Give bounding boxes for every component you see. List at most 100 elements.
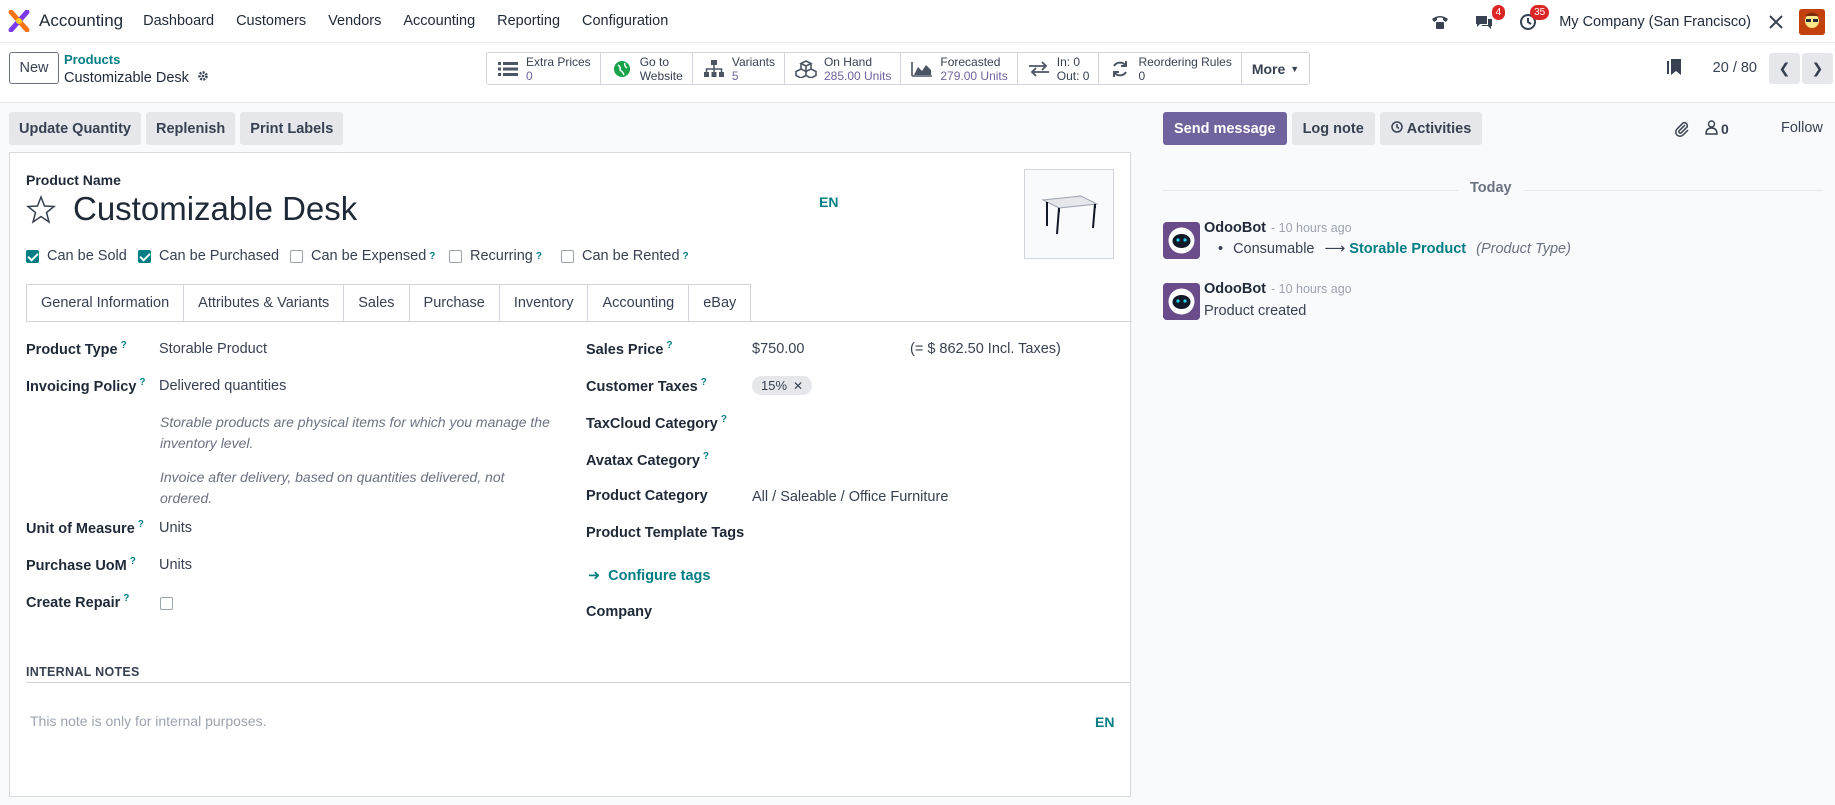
- tab-divider: [26, 321, 1132, 322]
- company-switcher[interactable]: My Company (San Francisco): [1559, 14, 1751, 30]
- tab-purchase[interactable]: Purchase: [409, 284, 500, 322]
- tab-accounting[interactable]: Accounting: [588, 284, 690, 322]
- product-template-tags-label: Product Template Tags: [586, 525, 745, 541]
- avatax-category-label: Avatax Category?: [586, 451, 710, 469]
- tab-general-information[interactable]: General Information: [26, 284, 185, 322]
- customer-taxes-field[interactable]: 15% ✕: [752, 376, 813, 395]
- create-repair-checkbox[interactable]: [160, 594, 181, 610]
- action-bar: Update Quantity Replenish Print Labels: [9, 112, 344, 145]
- arrow-right-icon: ➜: [588, 568, 601, 584]
- odoobot-avatar[interactable]: [1163, 222, 1200, 259]
- reordering-rules-button[interactable]: Reordering Rules 0: [1099, 53, 1242, 84]
- internal-notes-field[interactable]: This note is only for internal purposes.: [30, 713, 267, 729]
- go-to-website-button[interactable]: Go to Website: [601, 53, 693, 84]
- translate-button[interactable]: EN: [819, 194, 838, 210]
- unit-of-measure-label: Unit of Measure?: [26, 519, 144, 537]
- globe-icon: [611, 59, 633, 79]
- menu-vendors[interactable]: Vendors: [328, 13, 381, 29]
- activities-icon[interactable]: 35: [1515, 4, 1550, 35]
- help-icon: ?: [682, 250, 689, 262]
- in-out-button[interactable]: In: 0 Out: 0: [1018, 53, 1100, 84]
- print-labels-button[interactable]: Print Labels: [240, 112, 344, 145]
- product-image[interactable]: [1024, 169, 1114, 259]
- more-button[interactable]: More ▼: [1242, 53, 1309, 84]
- menu-accounting[interactable]: Accounting: [403, 13, 475, 29]
- message-author[interactable]: OdooBot: [1204, 220, 1266, 236]
- form-sheet: Product Name Customizable Desk EN Can be…: [9, 152, 1132, 797]
- sales-price-field[interactable]: $750.00: [752, 341, 804, 357]
- message-body: Product created: [1204, 303, 1307, 319]
- clock-icon: [1391, 120, 1403, 137]
- exchange-icon: [1028, 59, 1050, 79]
- caret-down-icon: ▼: [1290, 63, 1300, 74]
- followers-button[interactable]: 0: [1705, 120, 1729, 138]
- checkbox-checked-icon: [138, 249, 151, 263]
- phone-icon[interactable]: [1427, 9, 1453, 35]
- follow-button[interactable]: Follow: [1781, 120, 1823, 136]
- gear-icon[interactable]: [197, 70, 209, 86]
- checkbox-unchecked-icon: [561, 249, 574, 263]
- forecasted-button[interactable]: Forecasted 279.00 Units: [901, 53, 1018, 84]
- send-message-button[interactable]: Send message: [1163, 112, 1287, 145]
- incl-taxes-text: (= $ 862.50 Incl. Taxes): [910, 341, 1061, 357]
- activities-button[interactable]: Activities: [1379, 112, 1483, 145]
- menu-reporting[interactable]: Reporting: [497, 13, 560, 29]
- messages-icon[interactable]: 4: [1471, 4, 1506, 35]
- create-repair-label: Create Repair?: [26, 593, 130, 611]
- unit-of-measure-field[interactable]: Units: [159, 520, 192, 536]
- on-hand-button[interactable]: On Hand 285.00 Units: [785, 53, 902, 84]
- menu-customers[interactable]: Customers: [236, 13, 306, 29]
- can-be-expensed-label: Can be Expensed: [311, 248, 427, 264]
- bookmark-icon[interactable]: [1666, 58, 1683, 79]
- menu-configuration[interactable]: Configuration: [582, 13, 668, 29]
- product-type-field[interactable]: Storable Product: [159, 341, 267, 357]
- pager-value[interactable]: 20 / 80: [1713, 60, 1757, 76]
- pager-previous-button[interactable]: ❮: [1769, 52, 1800, 84]
- paperclip-icon[interactable]: [1674, 121, 1690, 140]
- can-be-rented-checkbox[interactable]: Can be Rented?: [561, 248, 689, 264]
- user-avatar[interactable]: [1799, 8, 1825, 35]
- replenish-button[interactable]: Replenish: [145, 112, 236, 145]
- tab-sales[interactable]: Sales: [344, 284, 410, 322]
- notes-translate-button[interactable]: EN: [1095, 714, 1114, 730]
- menu-dashboard[interactable]: Dashboard: [143, 13, 214, 29]
- tab-attributes-variants[interactable]: Attributes & Variants: [184, 284, 345, 322]
- tab-inventory[interactable]: Inventory: [499, 284, 589, 322]
- breadcrumb-products[interactable]: Products: [64, 52, 120, 67]
- configure-tags-link[interactable]: ➜ Configure tags: [588, 568, 710, 584]
- help-icon: ?: [429, 250, 436, 262]
- product-type-label: Product Type?: [26, 340, 127, 358]
- purchase-uom-field[interactable]: Units: [159, 557, 192, 573]
- variants-button[interactable]: Variants 5: [693, 53, 785, 84]
- can-be-sold-checkbox[interactable]: Can be Sold: [26, 248, 127, 264]
- product-category-field[interactable]: All / Saleable / Office Furniture: [752, 489, 948, 505]
- breadcrumb: Customizable Desk: [64, 70, 209, 86]
- internal-notes-title: INTERNAL NOTES: [26, 665, 140, 679]
- notes-divider: [26, 682, 1130, 683]
- extra-prices-button[interactable]: Extra Prices 0: [487, 53, 601, 84]
- remove-tag-icon[interactable]: ✕: [793, 379, 803, 393]
- today-separator: Today: [1458, 180, 1524, 196]
- favorite-star-icon[interactable]: [25, 194, 57, 228]
- invoicing-policy-field[interactable]: Delivered quantities: [159, 378, 286, 394]
- can-be-sold-label: Can be Sold: [47, 248, 127, 264]
- can-be-purchased-checkbox[interactable]: Can be Purchased: [138, 248, 279, 264]
- app-logo-icon[interactable]: [8, 9, 30, 33]
- update-quantity-button[interactable]: Update Quantity: [9, 112, 141, 145]
- user-icon: [1705, 120, 1718, 138]
- can-be-expensed-checkbox[interactable]: Can be Expensed?: [290, 248, 435, 264]
- odoobot-avatar[interactable]: [1163, 283, 1200, 320]
- log-note-button[interactable]: Log note: [1291, 112, 1375, 145]
- checkbox-checked-icon: [26, 249, 39, 263]
- recurring-checkbox[interactable]: Recurring?: [449, 248, 542, 264]
- product-name-label: Product Name: [26, 172, 121, 188]
- debug-tools-icon[interactable]: [1763, 9, 1789, 35]
- app-name[interactable]: Accounting: [39, 11, 123, 31]
- message-author[interactable]: OdooBot: [1204, 281, 1266, 297]
- product-name-field[interactable]: Customizable Desk: [73, 190, 357, 228]
- new-button[interactable]: New: [9, 52, 59, 84]
- activities-badge: 35: [1530, 4, 1550, 20]
- tab-ebay[interactable]: eBay: [689, 284, 752, 322]
- tax-tag: 15% ✕: [752, 376, 813, 395]
- pager-next-button[interactable]: ❯: [1802, 52, 1833, 84]
